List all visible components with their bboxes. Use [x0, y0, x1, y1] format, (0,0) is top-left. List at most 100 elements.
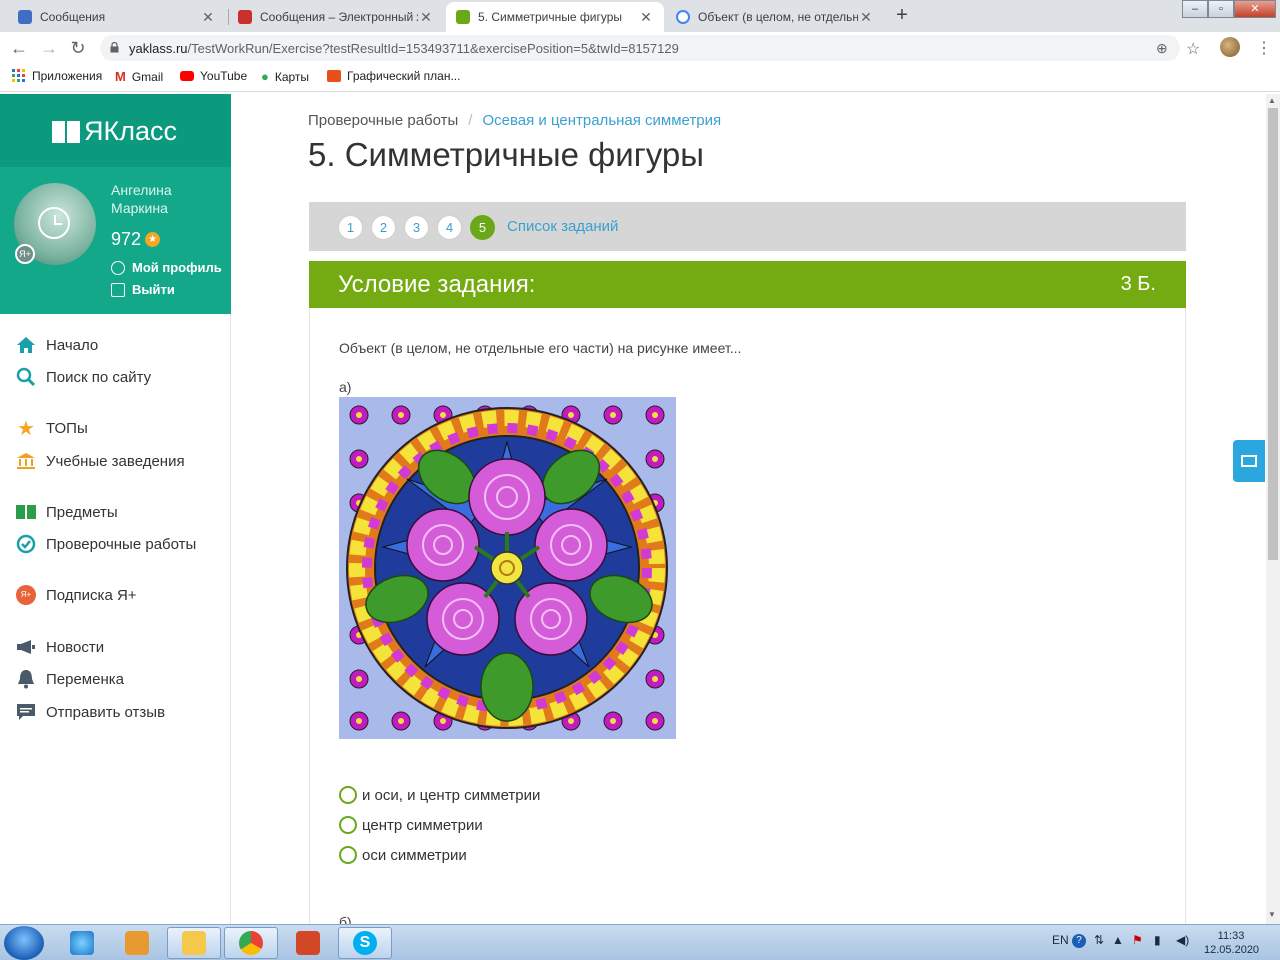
scroll-thumb[interactable] — [1268, 108, 1278, 560]
chrome-icon — [239, 931, 263, 955]
taskbar-media[interactable] — [110, 927, 164, 959]
nav-search[interactable]: Поиск по сайту — [16, 367, 151, 387]
close-icon[interactable]: ✕ — [638, 9, 654, 26]
nav-feedback[interactable]: Отправить отзыв — [16, 702, 165, 722]
nav-home[interactable]: Начало — [16, 335, 98, 355]
page-title: 5. Симметричные фигуры — [308, 136, 704, 173]
youtube-icon — [180, 71, 194, 81]
url-bar[interactable]: yaklass.ru/TestWorkRun/Exercise?testResu… — [100, 35, 1180, 61]
tray-arrows-icon[interactable]: ⇅ — [1094, 933, 1104, 947]
part-b-label: б) — [339, 914, 352, 924]
clock-icon — [38, 207, 70, 239]
nav-tests[interactable]: Проверочные работы — [16, 534, 196, 554]
browser-tab-bar: Сообщения ✕ Сообщения – Электронный журн… — [0, 0, 1280, 32]
network-icon[interactable]: ▮ — [1154, 933, 1161, 947]
bookmark-gmail[interactable]: M Gmail — [115, 69, 163, 84]
scroll-up-icon[interactable]: ▲ — [1268, 96, 1276, 105]
nav-subjects[interactable]: Предметы — [16, 502, 118, 522]
profile-avatar[interactable] — [1220, 37, 1240, 57]
page-2[interactable]: 2 — [371, 215, 396, 240]
tab-journal[interactable]: Сообщения – Электронный журнал ✕ — [228, 2, 444, 32]
user-panel: Я+ Ангелина Маркина 972 ★ Мой профиль Вы… — [0, 167, 231, 314]
maximize-icon[interactable]: ▫ — [1208, 0, 1234, 18]
page-scrollbar[interactable]: ▲ ▼ — [1266, 94, 1280, 924]
envelope-icon — [1241, 455, 1257, 467]
page-4[interactable]: 4 — [437, 215, 462, 240]
url-path: /TestWorkRun/Exercise?testResultId=15349… — [187, 41, 679, 56]
feedback-icon — [16, 702, 36, 722]
taskbar-presentation[interactable] — [281, 927, 335, 959]
taskbar-skype[interactable]: S — [338, 927, 392, 959]
taskbar-chrome[interactable] — [224, 927, 278, 959]
action-center-icon[interactable]: ⚑ — [1132, 933, 1143, 947]
radio-button[interactable] — [339, 816, 357, 834]
nav-institutions[interactable]: Учебные заведения — [16, 451, 185, 471]
feedback-mail-button[interactable] — [1233, 440, 1265, 482]
search-icon — [16, 367, 36, 387]
nav-tops[interactable]: ★ ТОПы — [16, 417, 88, 440]
breadcrumb-root[interactable]: Проверочные работы — [308, 112, 458, 129]
nav-news[interactable]: Новости — [16, 637, 104, 657]
reload-icon[interactable]: ↻ — [67, 38, 89, 60]
new-tab-icon[interactable]: + — [890, 4, 914, 28]
task-list-link[interactable]: Список заданий — [507, 218, 618, 235]
close-icon[interactable]: ✕ — [418, 9, 434, 26]
option-axes-and-center[interactable]: и оси, и центр симметрии — [339, 786, 540, 804]
windows-start-icon[interactable] — [4, 926, 44, 960]
bookmark-maps[interactable]: ● Карты — [261, 69, 309, 84]
taskbar-ie[interactable] — [55, 927, 109, 959]
ya-plus-badge: Я+ — [15, 244, 35, 264]
user-name: Ангелина Маркина — [111, 182, 172, 216]
logout-link[interactable]: Выйти — [111, 282, 175, 297]
close-icon[interactable]: ✕ — [858, 9, 874, 26]
help-icon[interactable]: ? — [1072, 934, 1086, 948]
page-5-current[interactable]: 5 — [470, 215, 495, 240]
back-icon[interactable]: ← — [8, 38, 30, 60]
task-pager: 1 2 3 4 5 Список заданий — [309, 202, 1186, 251]
user-points: 972 ★ — [111, 229, 161, 250]
tab-symmetric-figures[interactable]: 5. Симметричные фигуры ✕ — [446, 2, 664, 32]
install-app-icon[interactable]: ⊕ — [1156, 40, 1168, 57]
my-profile-link[interactable]: Мой профиль — [111, 260, 222, 275]
radio-button[interactable] — [339, 786, 357, 804]
show-hidden-icons-icon[interactable]: ▲ — [1112, 933, 1124, 947]
book-logo-icon — [52, 120, 80, 143]
messages-favicon-icon — [18, 10, 32, 24]
close-icon[interactable]: ✕ — [200, 9, 216, 26]
page-1[interactable]: 1 — [338, 215, 363, 240]
star-icon: ★ — [17, 417, 35, 440]
google-favicon-icon — [676, 10, 690, 24]
sidebar: ЯКласс Я+ Ангелина Маркина 972 ★ Мой про… — [0, 94, 231, 924]
skype-icon: S — [353, 931, 377, 955]
page-3[interactable]: 3 — [404, 215, 429, 240]
bookmark-star-icon[interactable]: ☆ — [1186, 39, 1200, 59]
option-center[interactable]: центр симметрии — [339, 816, 483, 834]
breadcrumb-current[interactable]: Осевая и центральная симметрия — [482, 112, 721, 129]
apps-grid-icon — [12, 69, 25, 82]
check-circle-icon — [16, 534, 36, 554]
window-close-icon[interactable]: ✕ — [1234, 0, 1276, 18]
tab-messages[interactable]: Сообщения ✕ — [8, 2, 226, 32]
system-clock[interactable]: 11:33 12.05.2020 — [1204, 929, 1259, 957]
address-row: ← → ↻ yaklass.ru/TestWorkRun/Exercise?te… — [0, 32, 1280, 64]
scroll-down-icon[interactable]: ▼ — [1268, 910, 1276, 919]
graphic-plan-icon — [327, 70, 341, 82]
megaphone-icon — [16, 637, 36, 657]
bookmark-youtube[interactable]: YouTube — [180, 69, 247, 83]
volume-icon[interactable]: ◀) — [1176, 933, 1189, 947]
bookmark-apps[interactable]: Приложения — [12, 69, 102, 83]
nav-subscription[interactable]: Я+ Подписка Я+ — [16, 585, 137, 605]
option-axes[interactable]: оси симметрии — [339, 846, 467, 864]
yaklass-logo[interactable]: ЯКласс — [52, 116, 177, 147]
radio-button[interactable] — [339, 846, 357, 864]
menu-kebab-icon[interactable]: ⋮ — [1256, 38, 1272, 58]
taskbar-explorer[interactable] — [167, 927, 221, 959]
presentation-icon — [296, 931, 320, 955]
language-indicator[interactable]: EN — [1052, 933, 1069, 947]
minimize-icon[interactable]: – — [1182, 0, 1208, 18]
bookmarks-bar: Приложения M Gmail YouTube ● Карты Графи… — [0, 64, 1280, 92]
bookmark-graphic-plan[interactable]: Графический план... — [327, 69, 460, 83]
forward-icon[interactable]: → — [38, 38, 60, 60]
nav-break[interactable]: Переменка — [16, 669, 124, 689]
tab-google-search[interactable]: Объект (в целом, не отдельные его части)… — [666, 2, 884, 32]
